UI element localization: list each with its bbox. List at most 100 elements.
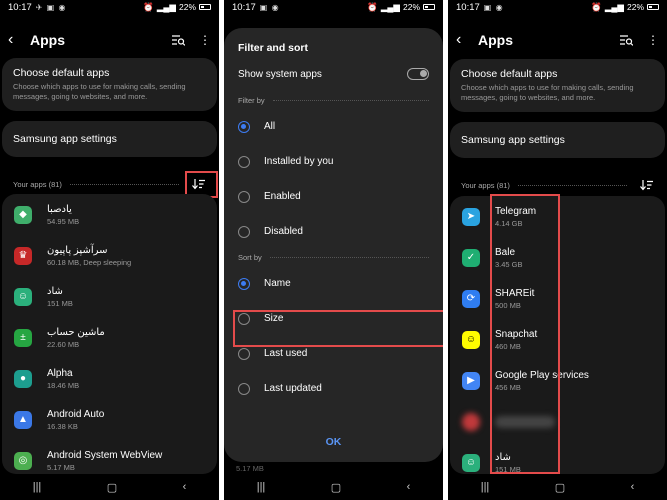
sort-icon bbox=[639, 179, 653, 190]
default-apps-card[interactable]: Choose default apps Choose which apps to… bbox=[450, 59, 665, 112]
sort-by-header: Sort by bbox=[238, 253, 429, 262]
radio[interactable] bbox=[238, 155, 250, 168]
bale-icon: ✓ bbox=[462, 248, 480, 267]
battery-text: 22% bbox=[178, 2, 196, 12]
shareit-icon: ⟳ bbox=[462, 289, 480, 308]
radio[interactable] bbox=[238, 382, 250, 395]
app-icon: ♛ bbox=[14, 246, 32, 265]
blurred-app-icon bbox=[462, 412, 480, 431]
list-item[interactable]: ♛ سرآشپز پاپیون 60.18 MB, Deep sleeping bbox=[2, 235, 217, 276]
alarm-icon: ⏰ bbox=[367, 1, 378, 12]
dialog-title: Filter and sort bbox=[238, 42, 309, 54]
ok-button[interactable]: OK bbox=[224, 436, 443, 448]
filter-disabled-option[interactable]: Disabled bbox=[238, 214, 429, 249]
sort-last-updated-option[interactable]: Last updated bbox=[238, 371, 429, 406]
list-item[interactable]: ● Alpha 18.46 MB bbox=[2, 358, 217, 399]
calculator-icon: ± bbox=[14, 328, 32, 347]
app-icon: ● bbox=[14, 369, 32, 388]
battery-icon bbox=[199, 4, 211, 10]
sort-name-option[interactable]: Name bbox=[238, 266, 429, 301]
alarm-icon: ⏰ bbox=[591, 1, 602, 12]
filter-by-header: Filter by bbox=[238, 96, 429, 105]
status-time: 10:17 bbox=[456, 1, 480, 13]
sorted-list-highlight bbox=[490, 194, 560, 474]
list-item[interactable]: ◆ یادصبا 54.95 MB bbox=[2, 194, 217, 235]
notification-icons: ▣ ◉ bbox=[259, 2, 280, 12]
app-bar: ‹ Apps ⋮ bbox=[0, 27, 219, 53]
status-time: 10:17 bbox=[8, 1, 32, 13]
status-bar: 10:17 ✈ ▣ ◉ ⏰ ▂▄▆ 22% bbox=[0, 0, 219, 14]
filter-all-option[interactable]: All bbox=[238, 109, 429, 144]
list-item[interactable]: ± ماشین حساب 22.60 MB bbox=[2, 317, 217, 358]
radio[interactable] bbox=[238, 190, 250, 203]
default-apps-title: Choose default apps bbox=[461, 68, 558, 80]
notification-icons: ✈ ▣ ◉ bbox=[35, 2, 67, 12]
telegram-icon: ➤ bbox=[462, 207, 480, 226]
samsung-settings-card[interactable]: Samsung app settings bbox=[2, 121, 217, 157]
show-system-row[interactable]: Show system apps bbox=[238, 68, 429, 80]
battery-text: 22% bbox=[626, 2, 644, 12]
battery-text: 22% bbox=[402, 2, 420, 12]
radio[interactable] bbox=[238, 347, 250, 360]
app-icon: ◆ bbox=[14, 205, 32, 224]
back-nav-icon[interactable]: ‹ bbox=[183, 481, 187, 493]
status-bar: 10:17 ▣ ◉ ⏰ ▂▄▆ 22% bbox=[224, 0, 443, 14]
sort-filter-button[interactable] bbox=[635, 174, 657, 196]
nav-bar: ||| ▢ ‹ bbox=[224, 474, 443, 500]
back-arrow-icon[interactable]: ‹ bbox=[8, 31, 26, 49]
recents-icon[interactable]: ||| bbox=[257, 481, 266, 493]
status-bar: 10:17 ▣ ◉ ⏰ ▂▄▆ 22% bbox=[448, 0, 667, 14]
search-list-icon[interactable] bbox=[172, 34, 185, 46]
apps-screen-size-sort: 10:17 ▣ ◉ ⏰ ▂▄▆ 22% ‹ Apps ⋮ Choose defa… bbox=[448, 0, 667, 500]
snapchat-icon: ☺ bbox=[462, 330, 480, 349]
back-arrow-icon[interactable]: ‹ bbox=[456, 31, 474, 49]
filter-sort-screen: 10:17 ▣ ◉ ⏰ ▂▄▆ 22% 5.17 MB Filter and s… bbox=[224, 0, 443, 500]
webview-icon: ◎ bbox=[14, 451, 32, 470]
apps-screen-name-sort: 10:17 ✈ ▣ ◉ ⏰ ▂▄▆ 22% ‹ Apps ⋮ Choose de… bbox=[0, 0, 219, 500]
more-options-icon[interactable]: ⋮ bbox=[199, 33, 211, 47]
nav-bar: ||| ▢ ‹ bbox=[0, 474, 219, 500]
page-title: Apps bbox=[30, 32, 65, 48]
your-apps-label: Your apps (81) bbox=[13, 179, 62, 189]
home-icon[interactable]: ▢ bbox=[555, 481, 565, 494]
signal-icon: ▂▄▆ bbox=[604, 1, 624, 12]
notification-icons: ▣ ◉ bbox=[483, 2, 504, 12]
samsung-settings-title: Samsung app settings bbox=[13, 133, 117, 145]
filter-sort-dialog: Filter and sort Show system apps Filter … bbox=[224, 28, 443, 462]
battery-icon bbox=[423, 4, 435, 10]
app-icon: ☺ bbox=[14, 287, 32, 306]
recents-icon[interactable]: ||| bbox=[33, 481, 42, 493]
back-nav-icon[interactable]: ‹ bbox=[407, 481, 411, 493]
default-apps-subtitle: Choose which apps to use for making call… bbox=[461, 83, 634, 102]
default-apps-title: Choose default apps bbox=[13, 67, 110, 79]
status-time: 10:17 bbox=[232, 1, 256, 13]
recents-icon[interactable]: ||| bbox=[481, 481, 490, 493]
battery-icon bbox=[647, 4, 659, 10]
page-title: Apps bbox=[478, 32, 513, 48]
radio-selected[interactable] bbox=[238, 120, 250, 133]
samsung-settings-title: Samsung app settings bbox=[461, 134, 565, 146]
your-apps-label: Your apps (81) bbox=[461, 180, 510, 190]
home-icon[interactable]: ▢ bbox=[107, 481, 117, 494]
list-item[interactable]: ☺ شاد 151 MB bbox=[2, 276, 217, 317]
home-icon[interactable]: ▢ bbox=[331, 481, 341, 494]
radio-selected[interactable] bbox=[238, 277, 250, 290]
samsung-settings-card[interactable]: Samsung app settings bbox=[450, 122, 665, 158]
your-apps-header: Your apps (81) bbox=[461, 174, 657, 196]
back-nav-icon[interactable]: ‹ bbox=[631, 481, 635, 493]
list-item[interactable]: ▲ Android Auto 16.38 KB bbox=[2, 399, 217, 440]
peek-size: 5.17 MB bbox=[236, 464, 264, 473]
default-apps-card[interactable]: Choose default apps Choose which apps to… bbox=[2, 58, 217, 111]
google-play-services-icon: ▶ bbox=[462, 371, 480, 390]
show-system-label: Show system apps bbox=[238, 68, 322, 80]
your-apps-header: Your apps (81) bbox=[13, 173, 209, 195]
filter-enabled-option[interactable]: Enabled bbox=[238, 179, 429, 214]
search-list-icon[interactable] bbox=[620, 34, 633, 46]
filter-installed-option[interactable]: Installed by you bbox=[238, 144, 429, 179]
radio[interactable] bbox=[238, 225, 250, 238]
show-system-toggle[interactable] bbox=[407, 68, 429, 80]
signal-icon: ▂▄▆ bbox=[380, 1, 400, 12]
signal-icon: ▂▄▆ bbox=[156, 1, 176, 12]
more-options-icon[interactable]: ⋮ bbox=[647, 33, 659, 47]
size-option-highlight bbox=[233, 310, 443, 347]
